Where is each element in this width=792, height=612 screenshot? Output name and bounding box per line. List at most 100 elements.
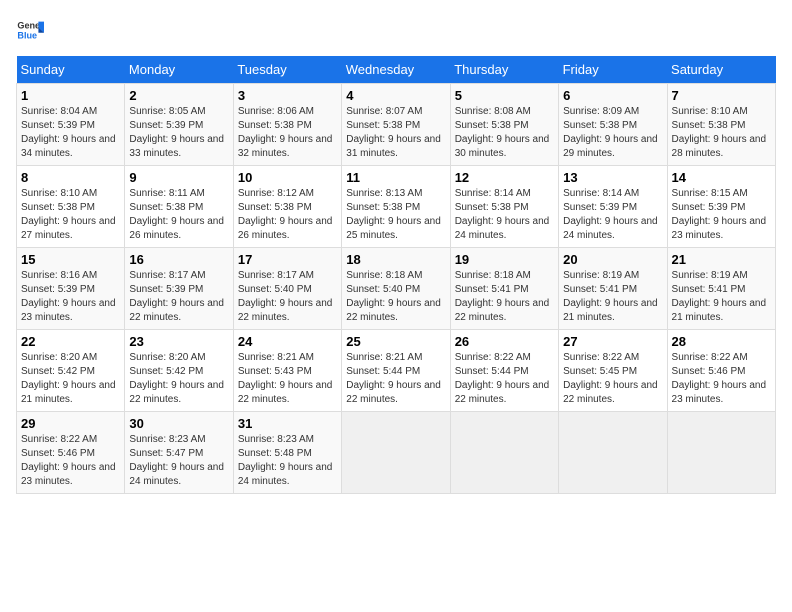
day-info: Sunrise: 8:05 AMSunset: 5:39 PMDaylight:…	[129, 106, 224, 159]
day-number: 12	[455, 170, 554, 185]
day-number: 28	[672, 334, 771, 349]
day-number: 4	[346, 88, 445, 103]
day-number: 8	[21, 170, 120, 185]
day-number: 29	[21, 416, 120, 431]
day-number: 3	[238, 88, 337, 103]
day-cell-13: 13Sunrise: 8:14 AMSunset: 5:39 PMDayligh…	[559, 166, 667, 248]
weekday-header-wednesday: Wednesday	[342, 56, 450, 84]
day-number: 20	[563, 252, 662, 267]
day-cell-20: 20 Sunrise: 8:19 AMSunset: 5:41 PMDayligh…	[559, 248, 667, 330]
day-number: 25	[346, 334, 445, 349]
day-cell-4: 4 Sunrise: 8:07 AMSunset: 5:38 PMDaylight…	[342, 84, 450, 166]
day-cell-6: 6 Sunrise: 8:09 AMSunset: 5:38 PMDaylight…	[559, 84, 667, 166]
weekday-header-tuesday: Tuesday	[233, 56, 341, 84]
day-cell-27: 27Sunrise: 8:22 AMSunset: 5:45 PMDayligh…	[559, 330, 667, 412]
day-number: 6	[563, 88, 662, 103]
day-number: 7	[672, 88, 771, 103]
day-number: 14	[672, 170, 771, 185]
day-number: 26	[455, 334, 554, 349]
day-info: Sunrise: 8:19 AMSunset: 5:41 PMDaylight:…	[672, 270, 767, 323]
weekday-header-sunday: Sunday	[17, 56, 125, 84]
day-info: Sunrise: 8:23 AMSunset: 5:47 PMDaylight:…	[129, 434, 224, 487]
day-info: Sunrise: 8:12 AMSunset: 5:38 PMDaylight:…	[238, 188, 333, 241]
day-cell-16: 16 Sunrise: 8:17 AMSunset: 5:39 PMDayligh…	[125, 248, 233, 330]
day-info: Sunrise: 8:04 AMSunset: 5:39 PMDaylight:…	[21, 106, 116, 159]
empty-cell	[667, 412, 775, 494]
day-info: Sunrise: 8:09 AMSunset: 5:38 PMDaylight:…	[563, 106, 658, 159]
logo-icon: General Blue	[16, 16, 44, 44]
day-cell-9: 9 Sunrise: 8:11 AMSunset: 5:38 PMDaylight…	[125, 166, 233, 248]
week-row-5: 29Sunrise: 8:22 AMSunset: 5:46 PMDayligh…	[17, 412, 776, 494]
day-cell-17: 17 Sunrise: 8:17 AMSunset: 5:40 PMDayligh…	[233, 248, 341, 330]
day-number: 18	[346, 252, 445, 267]
day-cell-25: 25 Sunrise: 8:21 AMSunset: 5:44 PMDayligh…	[342, 330, 450, 412]
day-cell-28: 28Sunrise: 8:22 AMSunset: 5:46 PMDayligh…	[667, 330, 775, 412]
weekday-header-friday: Friday	[559, 56, 667, 84]
day-number: 2	[129, 88, 228, 103]
weekday-header-monday: Monday	[125, 56, 233, 84]
day-info: Sunrise: 8:17 AMSunset: 5:40 PMDaylight:…	[238, 270, 333, 323]
week-row-2: 8 Sunrise: 8:10 AMSunset: 5:38 PMDaylight…	[17, 166, 776, 248]
day-number: 21	[672, 252, 771, 267]
day-info: Sunrise: 8:08 AMSunset: 5:38 PMDaylight:…	[455, 106, 550, 159]
day-info: Sunrise: 8:22 AMSunset: 5:44 PMDaylight:…	[455, 352, 550, 405]
day-number: 16	[129, 252, 228, 267]
day-info: Sunrise: 8:16 AMSunset: 5:39 PMDaylight:…	[21, 270, 116, 323]
day-info: Sunrise: 8:15 AMSunset: 5:39 PMDaylight:…	[672, 188, 767, 241]
week-row-1: 1 Sunrise: 8:04 AMSunset: 5:39 PMDaylight…	[17, 84, 776, 166]
day-cell-1: 1 Sunrise: 8:04 AMSunset: 5:39 PMDaylight…	[17, 84, 125, 166]
day-cell-7: 7 Sunrise: 8:10 AMSunset: 5:38 PMDaylight…	[667, 84, 775, 166]
weekday-header-saturday: Saturday	[667, 56, 775, 84]
day-info: Sunrise: 8:20 AMSunset: 5:42 PMDaylight:…	[129, 352, 224, 405]
day-number: 15	[21, 252, 120, 267]
day-cell-8: 8 Sunrise: 8:10 AMSunset: 5:38 PMDaylight…	[17, 166, 125, 248]
day-number: 27	[563, 334, 662, 349]
day-number: 24	[238, 334, 337, 349]
empty-cell	[450, 412, 558, 494]
day-number: 11	[346, 170, 445, 185]
day-number: 1	[21, 88, 120, 103]
day-cell-29: 29Sunrise: 8:22 AMSunset: 5:46 PMDayligh…	[17, 412, 125, 494]
day-number: 23	[129, 334, 228, 349]
week-row-4: 22 Sunrise: 8:20 AMSunset: 5:42 PMDayligh…	[17, 330, 776, 412]
logo: General Blue	[16, 16, 44, 44]
day-cell-26: 26 Sunrise: 8:22 AMSunset: 5:44 PMDayligh…	[450, 330, 558, 412]
day-info: Sunrise: 8:14 AMSunset: 5:38 PMDaylight:…	[455, 188, 550, 241]
day-number: 17	[238, 252, 337, 267]
day-info: Sunrise: 8:11 AMSunset: 5:38 PMDaylight:…	[129, 188, 224, 241]
empty-cell	[342, 412, 450, 494]
calendar-table: SundayMondayTuesdayWednesdayThursdayFrid…	[16, 56, 776, 494]
day-number: 31	[238, 416, 337, 431]
day-info: Sunrise: 8:17 AMSunset: 5:39 PMDaylight:…	[129, 270, 224, 323]
day-cell-19: 19Sunrise: 8:18 AMSunset: 5:41 PMDayligh…	[450, 248, 558, 330]
day-number: 22	[21, 334, 120, 349]
weekday-header-thursday: Thursday	[450, 56, 558, 84]
day-info: Sunrise: 8:10 AMSunset: 5:38 PMDaylight:…	[21, 188, 116, 241]
week-row-3: 15 Sunrise: 8:16 AMSunset: 5:39 PMDayligh…	[17, 248, 776, 330]
svg-text:Blue: Blue	[17, 30, 37, 40]
day-cell-14: 14 Sunrise: 8:15 AMSunset: 5:39 PMDayligh…	[667, 166, 775, 248]
day-number: 5	[455, 88, 554, 103]
day-info: Sunrise: 8:10 AMSunset: 5:38 PMDaylight:…	[672, 106, 767, 159]
weekday-header-row: SundayMondayTuesdayWednesdayThursdayFrid…	[17, 56, 776, 84]
day-info: Sunrise: 8:07 AMSunset: 5:38 PMDaylight:…	[346, 106, 441, 159]
day-cell-15: 15 Sunrise: 8:16 AMSunset: 5:39 PMDayligh…	[17, 248, 125, 330]
day-cell-23: 23 Sunrise: 8:20 AMSunset: 5:42 PMDayligh…	[125, 330, 233, 412]
day-cell-21: 21 Sunrise: 8:19 AMSunset: 5:41 PMDayligh…	[667, 248, 775, 330]
day-info: Sunrise: 8:21 AMSunset: 5:44 PMDaylight:…	[346, 352, 441, 405]
day-cell-3: 3Sunrise: 8:06 AMSunset: 5:38 PMDaylight…	[233, 84, 341, 166]
day-number: 30	[129, 416, 228, 431]
day-cell-18: 18Sunrise: 8:18 AMSunset: 5:40 PMDayligh…	[342, 248, 450, 330]
day-info: Sunrise: 8:23 AMSunset: 5:48 PMDaylight:…	[238, 434, 333, 487]
day-info: Sunrise: 8:13 AMSunset: 5:38 PMDaylight:…	[346, 188, 441, 241]
day-cell-11: 11 Sunrise: 8:13 AMSunset: 5:38 PMDayligh…	[342, 166, 450, 248]
day-info: Sunrise: 8:19 AMSunset: 5:41 PMDaylight:…	[563, 270, 658, 323]
page-container: General Blue SundayMondayTuesdayWednesda…	[0, 0, 792, 502]
day-number: 9	[129, 170, 228, 185]
day-info: Sunrise: 8:18 AMSunset: 5:41 PMDaylight:…	[455, 270, 550, 323]
day-cell-2: 2 Sunrise: 8:05 AMSunset: 5:39 PMDaylight…	[125, 84, 233, 166]
day-cell-22: 22Sunrise: 8:20 AMSunset: 5:42 PMDayligh…	[17, 330, 125, 412]
header: General Blue	[16, 16, 776, 44]
day-number: 10	[238, 170, 337, 185]
day-cell-31: 31 Sunrise: 8:23 AMSunset: 5:48 PMDayligh…	[233, 412, 341, 494]
